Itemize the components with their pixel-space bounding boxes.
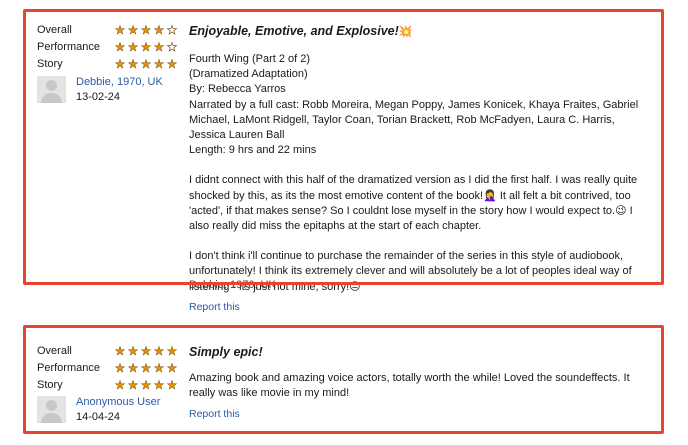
star-rating: ★ ★ ★ ★ ★ [114, 22, 178, 37]
report-link[interactable]: Report this [189, 301, 240, 313]
rating-label: Overall [37, 23, 72, 36]
star-empty-icon: ★ [166, 22, 178, 37]
ratings: Overall ★ ★ ★ ★ ★ Performance ★ ★ ★ ★ ★ Story ★ ★… [37, 21, 178, 72]
review-date: 13-02-24 [76, 91, 121, 103]
star-filled-icon: ★ [140, 343, 152, 358]
star-filled-icon: ★ [114, 39, 126, 54]
reviewer-name-link[interactable]: Debbie, 1970, UK [76, 76, 163, 89]
star-rating: ★ ★ ★ ★ ★ [114, 56, 178, 71]
star-rating: ★ ★ ★ ★ ★ [114, 39, 178, 54]
review-title-text: Simply epic! [189, 345, 263, 359]
star-filled-icon: ★ [166, 360, 178, 375]
review-title: Enjoyable, Emotive, and Explosive!💥 [189, 23, 645, 40]
rating-story: Story ★ ★ ★ ★ ★ [37, 55, 178, 72]
star-filled-icon: ★ [166, 56, 178, 71]
review-date: 14-04-24 [76, 411, 121, 423]
rating-label: Story [37, 378, 63, 391]
star-filled-icon: ★ [153, 39, 165, 54]
star-empty-icon: ★ [166, 39, 178, 54]
star-filled-icon: ★ [140, 39, 152, 54]
star-filled-icon: ★ [140, 377, 152, 392]
star-rating: ★ ★ ★ ★ ★ [114, 360, 178, 375]
rating-overall: Overall ★ ★ ★ ★ ★ [37, 342, 178, 359]
rating-overall: Overall ★ ★ ★ ★ ★ [37, 21, 178, 38]
review-details: Fourth Wing (Part 2 of 2) (Dramatized Ad… [189, 53, 639, 157]
star-rating: ★ ★ ★ ★ ★ [114, 343, 178, 358]
rating-performance: Performance ★ ★ ★ ★ ★ [37, 38, 178, 55]
reviewer-info: Anonymous User 14-04-24 [37, 396, 160, 425]
star-filled-icon: ★ [153, 56, 165, 71]
star-filled-icon: ★ [127, 343, 139, 358]
rating-story: Story ★ ★ ★ ★ ★ [37, 376, 178, 393]
rating-label: Overall [37, 344, 72, 357]
reviewer-name-link[interactable]: Anonymous User [76, 396, 160, 409]
review-content: Simply epic! Amazing book and amazing vo… [189, 344, 645, 401]
rating-label: Performance [37, 361, 100, 374]
star-filled-icon: ★ [166, 343, 178, 358]
rating-label: Story [37, 57, 63, 70]
star-filled-icon: ★ [140, 56, 152, 71]
star-filled-icon: ★ [127, 39, 139, 54]
review-body: I didnt connect with this half of the dr… [189, 174, 638, 233]
avatar [37, 76, 66, 103]
star-filled-icon: ★ [114, 22, 126, 37]
star-rating: ★ ★ ★ ★ ★ [114, 377, 178, 392]
star-filled-icon: ★ [114, 360, 126, 375]
rating-performance: Performance ★ ★ ★ ★ ★ [37, 359, 178, 376]
star-filled-icon: ★ [166, 377, 178, 392]
star-filled-icon: ★ [114, 377, 126, 392]
review-title-text: Enjoyable, Emotive, and Explosive! [189, 24, 399, 38]
star-filled-icon: ★ [127, 22, 139, 37]
review-title: Simply epic! [189, 344, 645, 360]
review-content: Enjoyable, Emotive, and Explosive!💥 Four… [189, 23, 645, 295]
star-filled-icon: ★ [140, 360, 152, 375]
star-filled-icon: ★ [127, 377, 139, 392]
ratings: Overall ★ ★ ★ ★ ★ Performance ★ ★ ★ ★ ★ Story ★ ★… [37, 342, 178, 393]
reviewer-name-repeat: Debbie, 1970, UK [189, 279, 276, 291]
star-filled-icon: ★ [114, 56, 126, 71]
star-filled-icon: ★ [153, 377, 165, 392]
star-filled-icon: ★ [153, 22, 165, 37]
star-filled-icon: ★ [127, 56, 139, 71]
reviewer-info: Debbie, 1970, UK 13-02-24 [37, 76, 163, 105]
rating-label: Performance [37, 40, 100, 53]
star-filled-icon: ★ [127, 360, 139, 375]
star-filled-icon: ★ [140, 22, 152, 37]
star-filled-icon: ★ [153, 343, 165, 358]
avatar [37, 396, 66, 423]
explosion-icon: 💥 [398, 26, 413, 38]
star-filled-icon: ★ [153, 360, 165, 375]
report-link[interactable]: Report this [189, 408, 240, 420]
review-body: Amazing book and amazing voice actors, t… [189, 372, 630, 400]
star-filled-icon: ★ [114, 343, 126, 358]
